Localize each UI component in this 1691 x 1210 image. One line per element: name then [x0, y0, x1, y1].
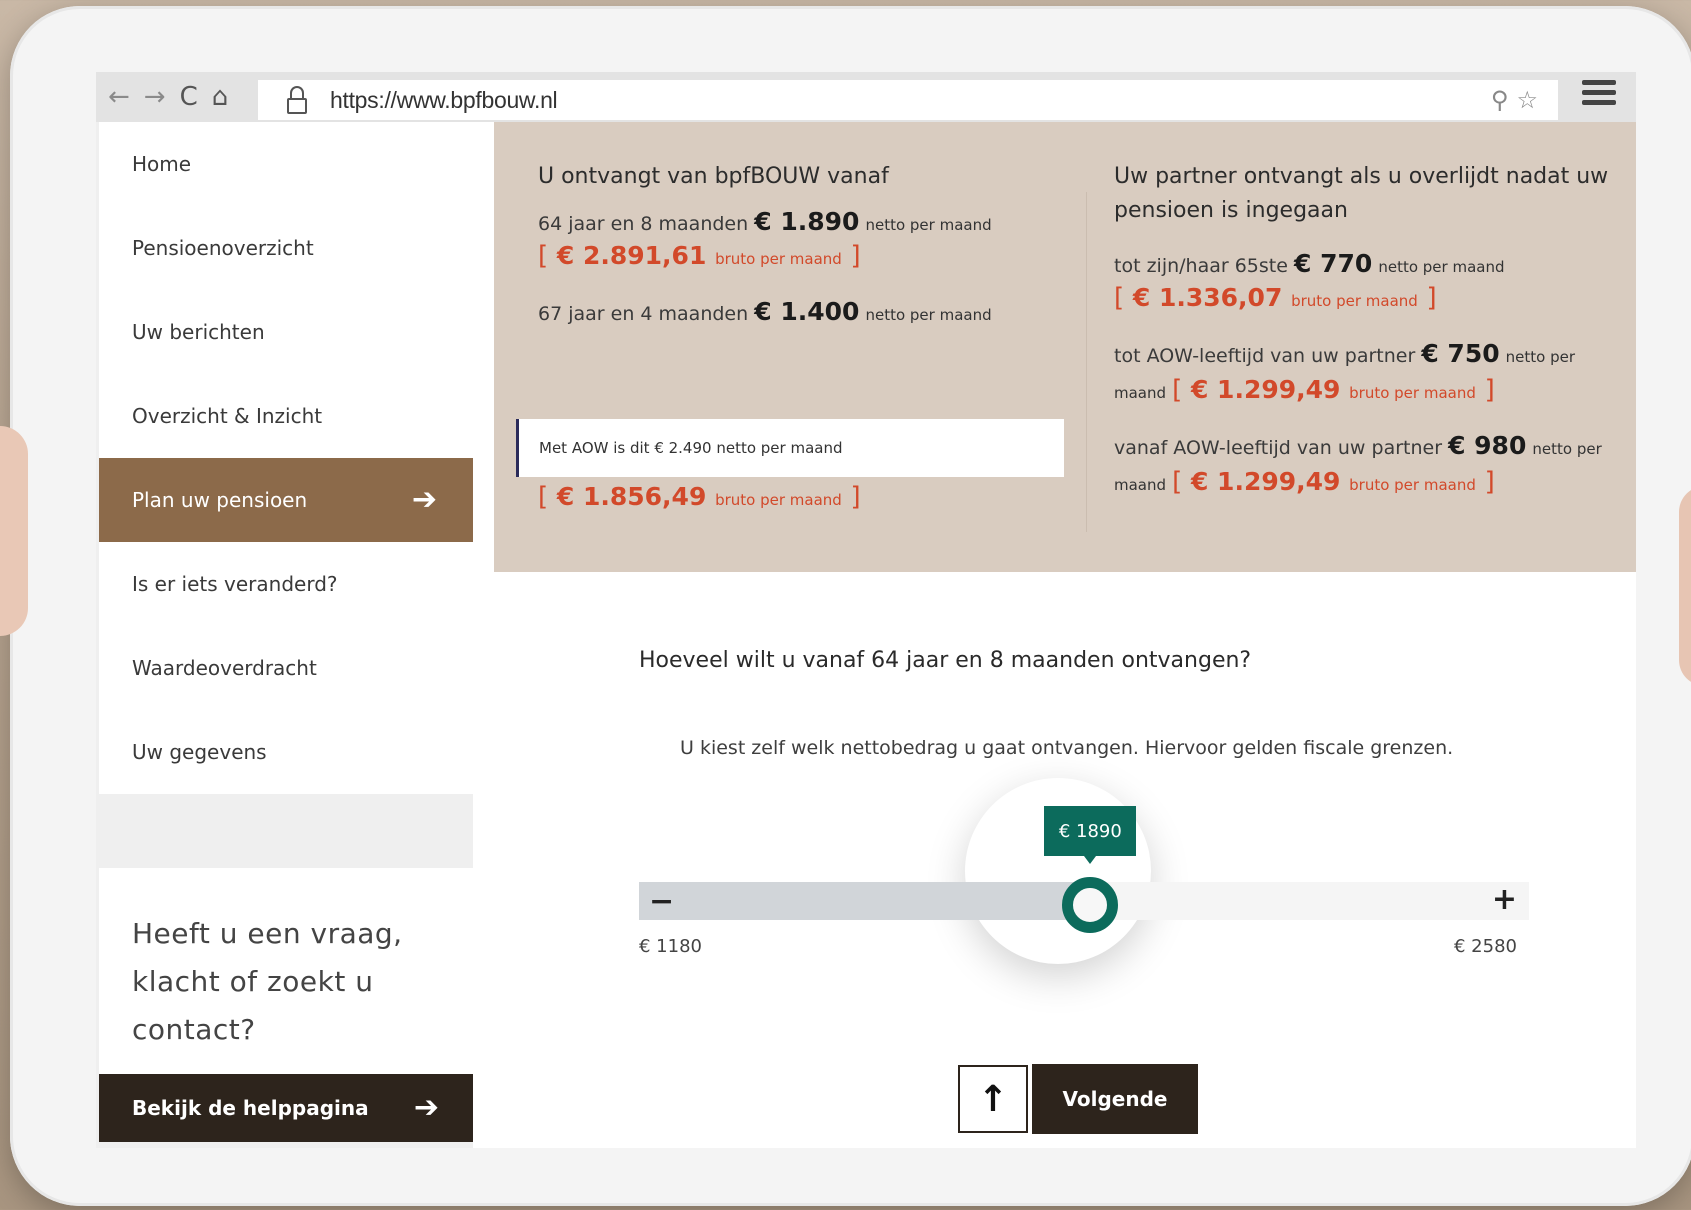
back-arrow-icon[interactable]: ← — [108, 84, 130, 110]
lock-icon — [286, 86, 308, 114]
hamburger-menu-icon[interactable] — [1582, 80, 1616, 106]
help-page-button[interactable]: Bekijk de helppagina ➔ — [99, 1074, 473, 1142]
address-bar-actions: ⚲ ☆ — [1491, 86, 1538, 114]
help-card: Heeft u een vraag, klacht of zoekt u con… — [99, 868, 473, 1082]
home-icon[interactable]: ⌂ — [212, 84, 229, 110]
slider-min-label: € 1180 — [639, 936, 702, 957]
question-section: Hoeveel wilt u vanaf 64 jaar en 8 maande… — [494, 592, 1636, 1148]
slider-fill — [639, 882, 1091, 920]
partner-line-1-gross: [ € 1.336,07 bruto per maand ] — [1114, 283, 1437, 313]
url-text[interactable]: https://www.bpfbouw.nl — [330, 87, 558, 114]
forward-arrow-icon[interactable]: → — [144, 84, 166, 110]
question-subtitle: U kiest zelf welk nettobedrag u gaat ont… — [680, 737, 1454, 759]
sidebar-item-pensioenoverzicht[interactable]: Pensioenoverzicht — [99, 206, 473, 290]
help-title: Heeft u een vraag, klacht of zoekt u con… — [132, 917, 403, 1046]
sidebar-item-iets-veranderd[interactable]: Is er iets veranderd? — [99, 542, 473, 626]
slider-handle[interactable] — [1062, 877, 1119, 933]
column-divider — [1086, 192, 1087, 532]
aow-note: Met AOW is dit € 2.490 netto per maand — [516, 419, 1064, 477]
tablet-frame: ← → C ⌂ https://www.bpfbouw.nl ⚲ ☆ Home — [0, 6, 1691, 1206]
slider-max-label: € 2580 — [1454, 936, 1517, 957]
slider-increase-button[interactable]: + — [1492, 882, 1517, 917]
arrow-up-icon: ↑ — [977, 1078, 1009, 1120]
pension-summary: U ontvangt van bpfBOUW vanaf 64 jaar en … — [494, 122, 1636, 572]
sidebar-item-overzicht-inzicht[interactable]: Overzicht & Inzicht — [99, 374, 473, 458]
right-thumb — [1679, 486, 1691, 686]
sidebar: Home Pensioenoverzicht Uw berichten Over… — [96, 122, 473, 1148]
sidebar-item-plan-pensioen[interactable]: Plan uw pensioen ➔ — [99, 458, 473, 542]
partner-line-2-gross: maand [ € 1.299,49 bruto per maand ] — [1114, 375, 1495, 405]
browser-nav-buttons: ← → C ⌂ — [96, 84, 256, 110]
own-pension-line-1-gross: [ € 2.891,61 bruto per maand ] — [538, 241, 861, 271]
browser-toolbar: ← → C ⌂ https://www.bpfbouw.nl ⚲ ☆ — [96, 72, 1636, 122]
partner-line-1: tot zijn/haar 65ste € 770 netto per maan… — [1114, 249, 1505, 278]
own-pension-title: U ontvangt van bpfBOUW vanaf — [538, 164, 889, 189]
slider-decrease-button[interactable]: − — [649, 884, 674, 919]
arrow-right-icon: ➔ — [411, 482, 437, 517]
partner-pension-title: Uw partner ontvangt als u overlijdt nada… — [1114, 164, 1609, 223]
partner-line-2: tot AOW-leeftijd van uw partner € 750 ne… — [1114, 339, 1576, 368]
left-thumb — [0, 426, 28, 636]
summary-partner-pension: Uw partner ontvangt als u overlijdt nada… — [1114, 160, 1634, 502]
aow-gross: [ € 1.856,49 bruto per maand ] — [538, 482, 861, 512]
question-title: Hoeveel wilt u vanaf 64 jaar en 8 maande… — [639, 648, 1252, 673]
own-pension-line-1: 64 jaar en 8 maanden € 1.890 netto per m… — [538, 207, 992, 236]
summary-own-pension: U ontvangt van bpfBOUW vanaf 64 jaar en … — [538, 160, 1078, 329]
next-button[interactable]: Volgende — [1032, 1064, 1198, 1134]
sidebar-nav: Home Pensioenoverzicht Uw berichten Over… — [99, 122, 473, 794]
partner-line-3-gross: maand [ € 1.299,49 bruto per maand ] — [1114, 467, 1495, 497]
sidebar-item-gegevens[interactable]: Uw gegevens — [99, 710, 473, 794]
star-icon[interactable]: ☆ — [1516, 86, 1538, 114]
own-pension-line-2: 67 jaar en 4 maanden € 1.400 netto per m… — [538, 297, 992, 326]
slider-value-tooltip: € 1890 — [1044, 806, 1137, 864]
sidebar-item-home[interactable]: Home — [99, 122, 473, 206]
search-icon[interactable]: ⚲ — [1491, 86, 1509, 114]
scroll-up-button[interactable]: ↑ — [958, 1065, 1028, 1133]
sidebar-item-waardeoverdracht[interactable]: Waardeoverdracht — [99, 626, 473, 710]
partner-line-3: vanaf AOW-leeftijd van uw partner € 980 … — [1114, 431, 1602, 460]
arrow-right-icon: ➔ — [413, 1090, 439, 1125]
address-bar[interactable]: https://www.bpfbouw.nl ⚲ ☆ — [258, 80, 1558, 120]
browser-screen: ← → C ⌂ https://www.bpfbouw.nl ⚲ ☆ Home — [96, 72, 1636, 1148]
reload-icon[interactable]: C — [180, 84, 198, 110]
sidebar-item-berichten[interactable]: Uw berichten — [99, 290, 473, 374]
